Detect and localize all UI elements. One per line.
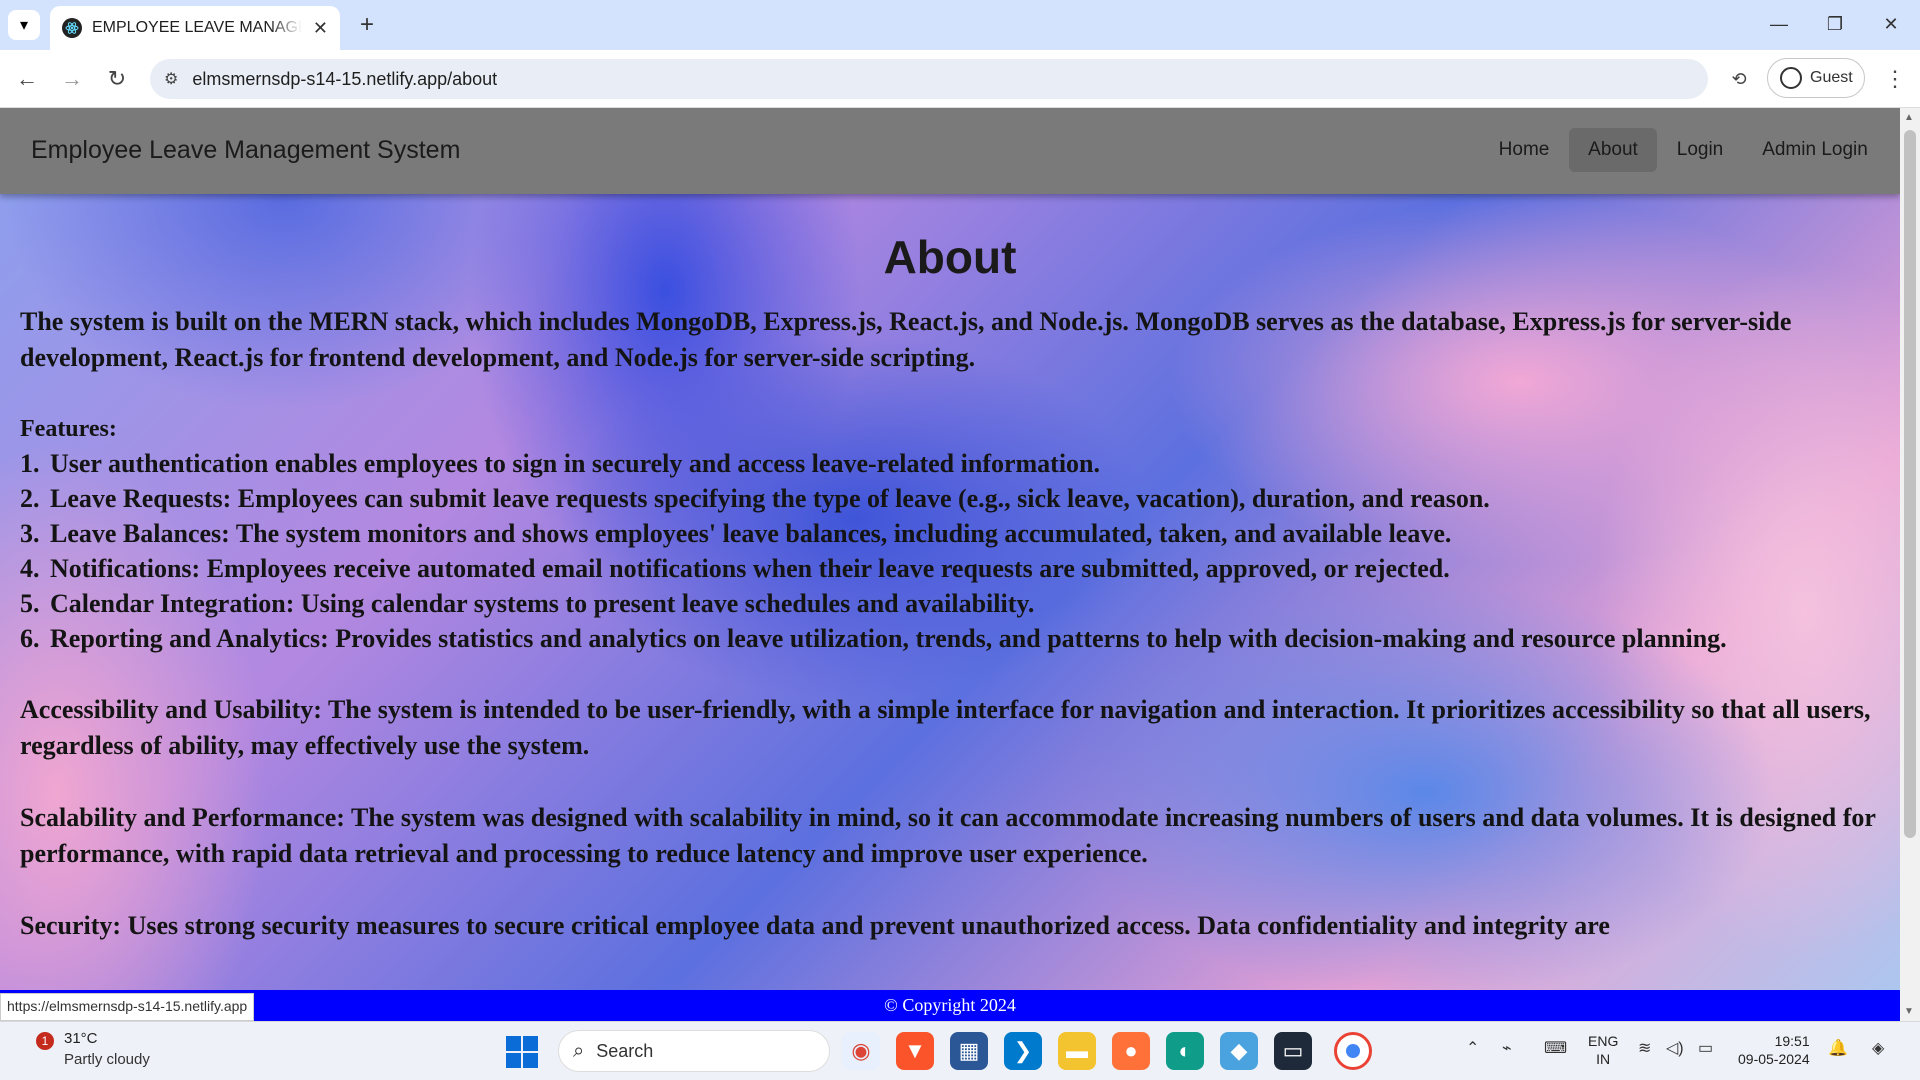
taskbar-clock[interactable]: 19:51 09-05-2024 <box>1738 1032 1810 1068</box>
taskbar-search[interactable]: ⌕ Search <box>558 1030 830 1072</box>
address-bar[interactable]: ⚙ elmsmernsdp-s14-15.netlify.app/about <box>150 59 1708 99</box>
list-item: 3. Leave Balances: The system monitors an… <box>20 519 1452 548</box>
link-status-bubble: https://elmsmernsdp-s14-15.netlify.app <box>0 993 255 1021</box>
minimize-icon[interactable]: — <box>1756 6 1802 42</box>
keyboard-icon[interactable]: ⌨ <box>1544 1038 1567 1058</box>
scalability-paragraph: Scalability and Performance: The system … <box>20 803 1876 868</box>
windows-start-icon[interactable] <box>506 1036 538 1068</box>
list-item: 1. User authentication enables employees … <box>20 449 1101 478</box>
tab-close-icon[interactable]: ✕ <box>313 18 328 39</box>
browser-toolbar: ← → ↻ ⚙ elmsmernsdp-s14-15.netlify.app/a… <box>0 50 1920 108</box>
volume-icon[interactable]: ◁) <box>1666 1038 1684 1058</box>
weather-temperature: 31°C <box>64 1030 98 1047</box>
windows-taskbar: 1 31°C Partly cloudy ⌕ Search ◉ ▼ ▦ ❯ ▬ … <box>0 1021 1920 1080</box>
copilot-app-icon[interactable]: ◉ <box>842 1032 880 1070</box>
page-scrollbar[interactable]: ▲ ▼ <box>1900 108 1920 1021</box>
chrome-app-icon[interactable] <box>1334 1032 1372 1070</box>
site-brand[interactable]: Employee Leave Management System <box>31 136 460 165</box>
accessibility-paragraph: Accessibility and Usability: The system … <box>20 695 1871 760</box>
back-icon[interactable]: ← <box>10 62 44 96</box>
site-footer: © Copyright 2024 <box>0 990 1900 1021</box>
list-item: 6. Reporting and Analytics: Provides stat… <box>20 624 1727 653</box>
address-url: elmsmernsdp-s14-15.netlify.app/about <box>192 68 498 89</box>
nav-home[interactable]: Home <box>1485 128 1563 172</box>
copilot-tray-icon[interactable]: ◈ <box>1872 1038 1884 1058</box>
page-title: About <box>883 231 1017 283</box>
reload-icon[interactable]: ↻ <box>100 62 134 96</box>
battery-icon[interactable]: ▭ <box>1698 1038 1713 1058</box>
browser-tabstrip: ▾ EMPLOYEE LEAVE MANAGEMENT ✕ + — ❐ ✕ <box>0 0 1920 50</box>
restore-icon[interactable]: ❐ <box>1812 6 1858 42</box>
site-info-icon[interactable]: ⚙ <box>164 69 178 89</box>
edge-app-icon[interactable]: ◐ <box>1166 1032 1204 1070</box>
vscode-app-icon[interactable]: ❯ <box>1004 1032 1042 1070</box>
weather-description: Partly cloudy <box>64 1051 150 1068</box>
nav-admin-login[interactable]: Admin Login <box>1750 128 1880 172</box>
terminal-app-icon[interactable]: ▭ <box>1274 1032 1312 1070</box>
extension-icon[interactable]: ⟲ <box>1722 62 1756 96</box>
forward-icon[interactable]: → <box>55 62 89 96</box>
features-heading: Features: <box>20 416 117 442</box>
flutter-app-icon[interactable]: ◆ <box>1220 1032 1258 1070</box>
file-explorer-icon[interactable]: ▬ <box>1058 1032 1096 1070</box>
react-favicon-icon <box>62 18 82 38</box>
close-window-icon[interactable]: ✕ <box>1868 6 1914 42</box>
about-content: About The system is built on the MERN st… <box>20 194 1880 944</box>
list-item: 5. Calendar Integration: Using calendar s… <box>20 589 1035 618</box>
security-paragraph: Security: Uses strong security measures … <box>20 911 1610 940</box>
page-viewport: Employee Leave Management System Home Ab… <box>0 108 1900 1021</box>
store-app-icon[interactable]: ▦ <box>950 1032 988 1070</box>
profile-label: Guest <box>1810 69 1853 86</box>
network-pen-icon[interactable]: ⌁ <box>1502 1038 1512 1058</box>
nav-about[interactable]: About <box>1569 128 1657 172</box>
intro-paragraph: The system is built on the MERN stack, w… <box>20 307 1792 372</box>
wifi-icon[interactable]: ≋ <box>1638 1038 1651 1058</box>
list-item: 4. Notifications: Employees receive autom… <box>20 554 1450 583</box>
scroll-up-icon[interactable]: ▲ <box>1904 112 1914 123</box>
chevron-up-icon[interactable]: ⌃ <box>1466 1038 1479 1058</box>
search-icon: ⌕ <box>573 1039 585 1062</box>
menu-icon[interactable]: ⋮ <box>1878 62 1912 96</box>
tab-title: EMPLOYEE LEAVE MANAGEMENT <box>92 19 302 36</box>
profile-button[interactable]: Guest <box>1767 58 1865 98</box>
new-tab-icon[interactable]: + <box>352 10 382 40</box>
firefox-app-icon[interactable]: ● <box>1112 1032 1150 1070</box>
browser-tab-active[interactable]: EMPLOYEE LEAVE MANAGEMENT ✕ <box>50 6 340 50</box>
features-list: 1. User authentication enables employees … <box>20 446 1880 656</box>
search-label: Search <box>596 1040 654 1061</box>
brave-app-icon[interactable]: ▼ <box>896 1032 934 1070</box>
list-item: 2. Leave Requests: Employees can submit l… <box>20 484 1490 513</box>
site-navbar: Employee Leave Management System Home Ab… <box>0 108 1900 194</box>
language-indicator[interactable]: ENG IN <box>1588 1032 1618 1068</box>
weather-alert-badge: 1 <box>36 1032 54 1050</box>
tab-list-icon[interactable]: ▾ <box>8 10 40 40</box>
notification-bell-icon[interactable]: 🔔 <box>1828 1038 1848 1058</box>
nav-login[interactable]: Login <box>1663 128 1737 172</box>
scroll-thumb[interactable] <box>1904 130 1916 838</box>
profile-icon <box>1780 67 1802 89</box>
scroll-down-icon[interactable]: ▼ <box>1904 1006 1914 1017</box>
